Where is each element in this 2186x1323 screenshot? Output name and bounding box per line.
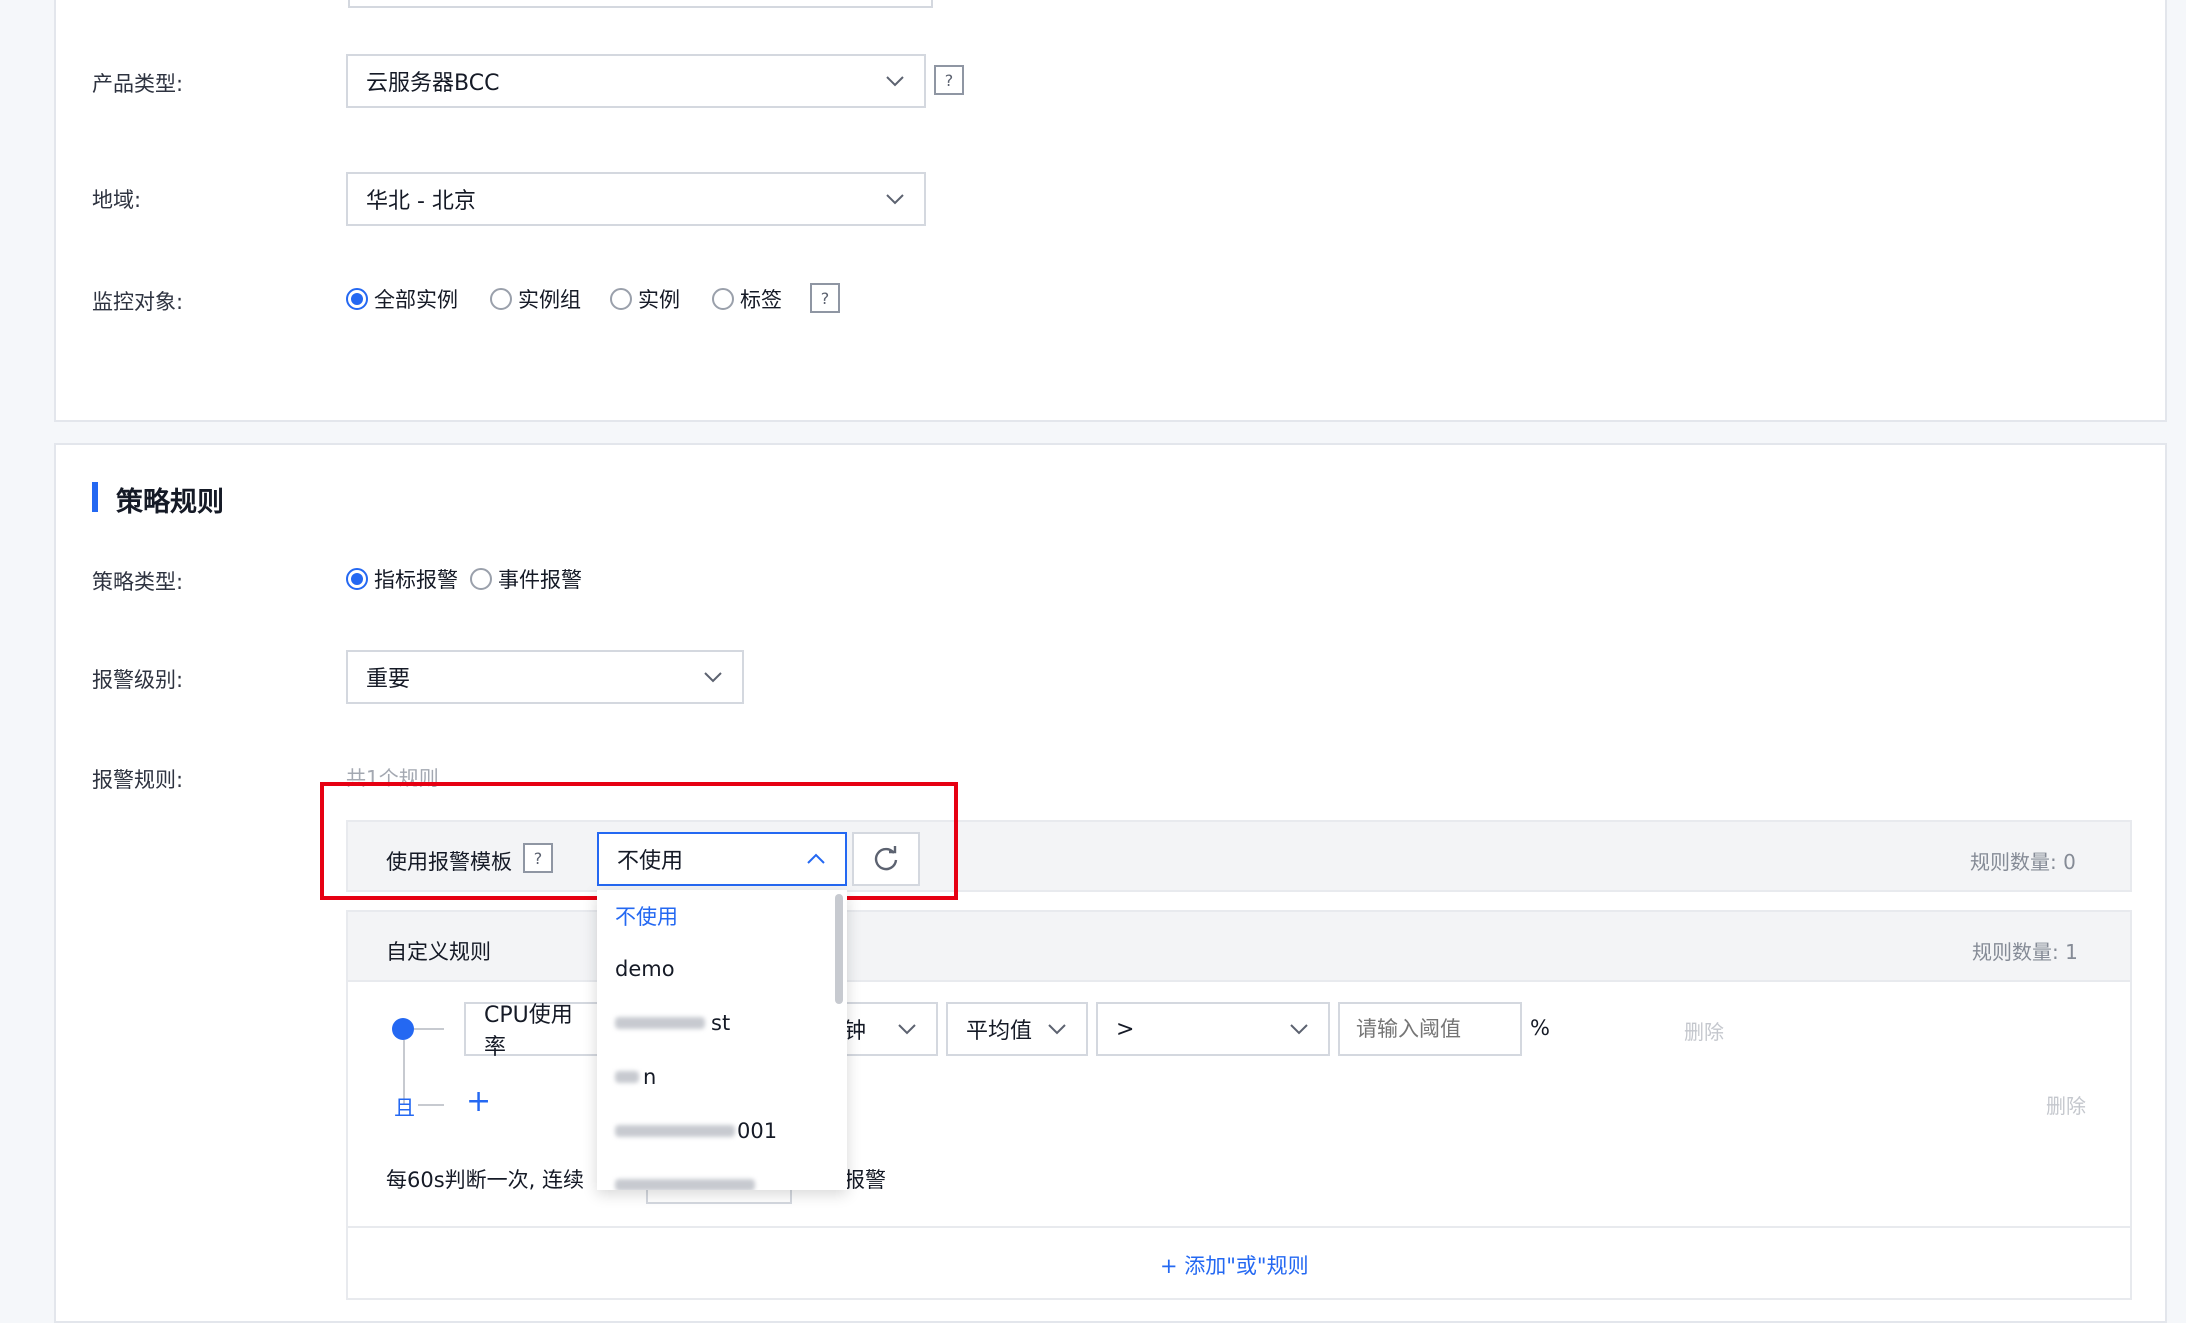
custom-rule-count: 规则数量: 1: [1972, 940, 2078, 964]
delete-rule-link[interactable]: 删除: [2046, 1090, 2086, 1119]
menu-item-6[interactable]: [597, 1158, 847, 1190]
operator-select[interactable]: >: [1096, 1002, 1330, 1056]
radio-unchecked-icon: [470, 568, 492, 590]
radio-checked-icon: [346, 288, 368, 310]
add-or-divider: [346, 1226, 2132, 1228]
radio-unchecked-icon: [610, 288, 632, 310]
alarm-rule-label: 报警规则:: [92, 768, 184, 792]
alarm-level-value: 重要: [366, 667, 411, 692]
threshold-unit: %: [1530, 1016, 1550, 1040]
strategy-section-title: 策略规则: [116, 487, 224, 518]
chevron-down-icon: [704, 672, 722, 683]
metric-select[interactable]: CPU使用率: [464, 1002, 604, 1060]
product-type-value: 云服务器BCC: [366, 71, 500, 96]
alarm-level-label: 报警级别:: [92, 668, 184, 692]
dropdown-scrollbar[interactable]: [835, 894, 843, 1004]
add-or-rule-link[interactable]: + 添加"或"规则: [1160, 1250, 1309, 1280]
radio-metric-alarm[interactable]: 指标报警: [346, 564, 458, 594]
menu-item-3[interactable]: st: [597, 996, 847, 1050]
radio-tag[interactable]: 标签: [712, 284, 782, 314]
radio-instance-group[interactable]: 实例组: [490, 284, 581, 314]
product-type-label: 产品类型:: [92, 72, 184, 96]
blurred-text: [615, 1125, 735, 1137]
delete-condition-link[interactable]: 删除: [1684, 1016, 1724, 1045]
template-rule-count: 规则数量: 0: [1970, 850, 2076, 874]
menu-item-5[interactable]: 001: [597, 1104, 847, 1158]
template-dropdown-menu: 不使用 demo st n 001: [597, 890, 847, 1190]
section-accent-bar: [92, 482, 98, 512]
region-label: 地域:: [92, 188, 142, 212]
menu-item-4[interactable]: n: [597, 1050, 847, 1104]
menu-item-none[interactable]: 不使用: [597, 890, 847, 942]
stat-value: 平均值: [966, 1019, 1033, 1044]
and-line: [418, 1104, 444, 1106]
strategy-type-label: 策略类型:: [92, 570, 184, 594]
region-select[interactable]: 华北 - 北京: [346, 172, 926, 226]
stat-select[interactable]: 平均值: [946, 1002, 1088, 1056]
chevron-down-icon: [898, 1024, 916, 1035]
judge-text-1: 每60s判断一次, 连续: [386, 1168, 585, 1192]
blurred-text: [615, 1017, 705, 1029]
chevron-down-icon: [886, 76, 904, 87]
region-value: 华北 - 北京: [366, 189, 476, 214]
chevron-down-icon: [886, 194, 904, 205]
product-type-select[interactable]: 云服务器BCC: [346, 54, 926, 108]
chevron-down-icon: [1048, 1024, 1066, 1035]
blurred-text: [615, 1179, 755, 1190]
metric-value: CPU使用率: [484, 1003, 573, 1060]
top-input-edge[interactable]: [348, 0, 933, 8]
help-icon[interactable]: ?: [934, 65, 964, 95]
rule-node-line: [414, 1028, 444, 1030]
radio-event-alarm[interactable]: 事件报警: [470, 564, 582, 594]
judge-text-2: 报警: [844, 1168, 886, 1192]
blurred-text: [615, 1071, 639, 1083]
radio-unchecked-icon: [712, 288, 734, 310]
radio-checked-icon: [346, 568, 368, 590]
and-label: 且: [394, 1096, 415, 1120]
period-value: 钟: [844, 1019, 867, 1044]
highlight-box: [320, 782, 958, 900]
radio-instance[interactable]: 实例: [610, 284, 680, 314]
operator-value: >: [1116, 1016, 1135, 1042]
radio-unchecked-icon: [490, 288, 512, 310]
custom-rule-label: 自定义规则: [386, 940, 491, 964]
radio-all-instances[interactable]: 全部实例: [346, 284, 458, 314]
rule-node-dot: [392, 1018, 414, 1040]
threshold-input[interactable]: [1338, 1002, 1522, 1056]
chevron-down-icon: [1290, 1024, 1308, 1035]
help-icon[interactable]: ?: [810, 283, 840, 313]
menu-item-demo[interactable]: demo: [597, 942, 847, 996]
add-condition-icon[interactable]: +: [466, 1084, 491, 1119]
monitor-target-label: 监控对象:: [92, 290, 184, 314]
alarm-level-select[interactable]: 重要: [346, 650, 744, 704]
